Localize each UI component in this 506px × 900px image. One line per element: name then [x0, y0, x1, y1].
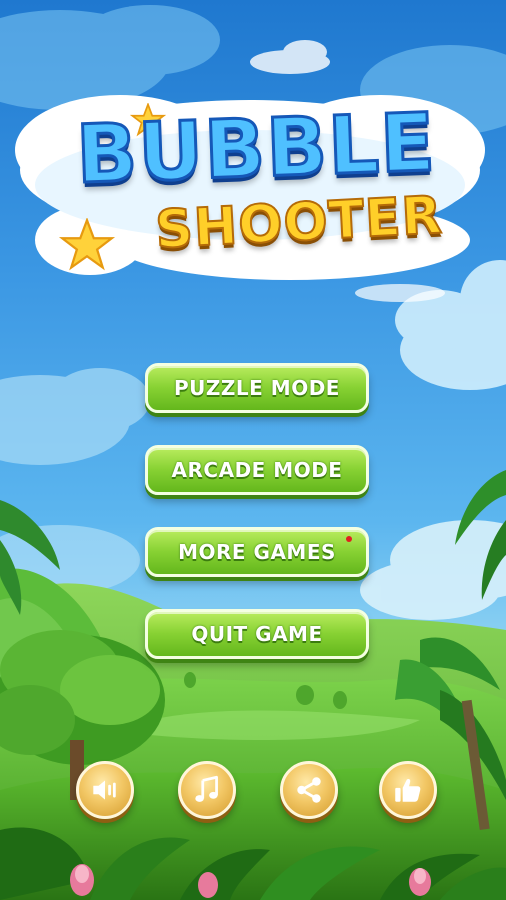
share-button[interactable]: [280, 761, 338, 819]
share-icon: [297, 777, 321, 803]
arcade-mode-label: ARCADE MODE: [171, 458, 343, 482]
quit-game-label: QUIT GAME: [191, 622, 323, 646]
arcade-mode-button[interactable]: ARCADE MODE: [145, 445, 369, 495]
game-logo: BUBBLE SHOOTER: [0, 0, 506, 300]
puzzle-mode-label: PUZZLE MODE: [174, 376, 340, 400]
sound-button[interactable]: [76, 761, 134, 819]
like-button[interactable]: [379, 761, 437, 819]
quit-game-button[interactable]: QUIT GAME: [145, 609, 369, 659]
music-note-icon: [195, 775, 218, 802]
notification-dot: [346, 536, 352, 542]
speaker-icon: [93, 780, 116, 800]
more-games-button[interactable]: MORE GAMES: [145, 527, 369, 577]
puzzle-mode-button[interactable]: PUZZLE MODE: [145, 363, 369, 413]
star-icon: [58, 218, 116, 271]
music-button[interactable]: [178, 761, 236, 819]
thumbs-up-icon: [395, 778, 421, 802]
game-screen: BUBBLE SHOOTER PUZZLE MODE ARCADE MODE M…: [0, 0, 506, 900]
more-games-label: MORE GAMES: [178, 540, 336, 564]
